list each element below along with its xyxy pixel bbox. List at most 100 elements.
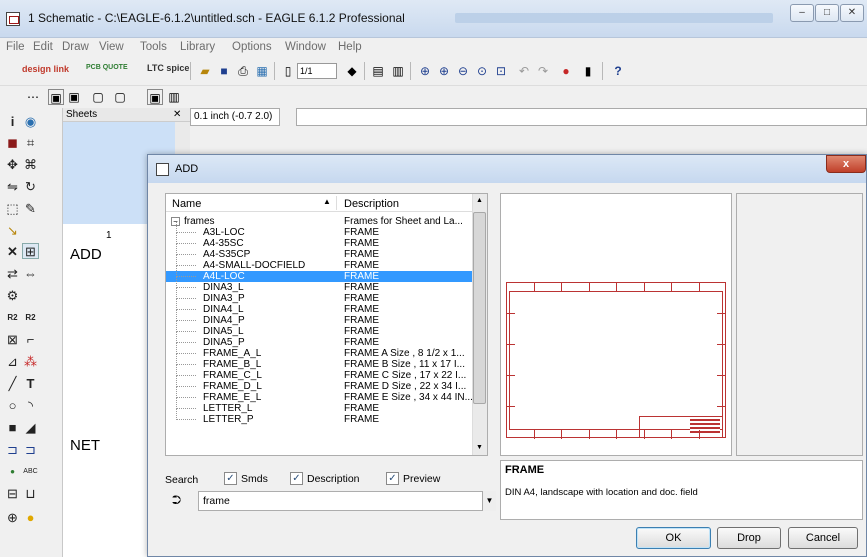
zoom-out-icon[interactable]: ⊖ — [455, 63, 471, 79]
rotate-icon[interactable]: ↻ — [22, 179, 39, 195]
move-icon[interactable]: ✥ — [4, 157, 21, 173]
layout-icon[interactable]: ▣ — [147, 89, 163, 105]
attribute-icon[interactable]: ⊕ — [4, 510, 21, 526]
library-item[interactable]: DINA5_L FRAME — [166, 321, 479, 337]
menu-help[interactable]: Help — [338, 41, 362, 53]
cancel-button[interactable]: Cancel — [788, 527, 858, 549]
drop-button[interactable]: Drop — [717, 527, 781, 549]
junction-icon[interactable]: • — [4, 464, 21, 480]
description-checkbox[interactable]: ✓ — [290, 472, 303, 485]
library-item[interactable]: FRAME_E_L FRAME E Size , 34 x 44 IN... — [166, 387, 479, 403]
pcb-quote-button[interactable]: PCB QUOTE — [86, 64, 128, 71]
warning-icon[interactable]: ● — [22, 510, 39, 526]
design-link-button[interactable]: design link — [22, 64, 69, 74]
dialog-close-button[interactable]: x — [826, 155, 866, 173]
stop-icon[interactable]: ● — [558, 63, 574, 79]
print-icon[interactable]: ⎙ — [235, 63, 251, 79]
library-item[interactable]: DINA3_P FRAME — [166, 288, 479, 304]
library-item[interactable]: FRAME_B_L FRAME B Size , 11 x 17 I... — [166, 354, 479, 370]
undo-icon[interactable]: ↶ — [516, 63, 532, 79]
menu-view[interactable]: View — [99, 41, 124, 53]
library-item[interactable]: A4-S35CP FRAME — [166, 244, 479, 260]
change-icon[interactable]: ✎ — [22, 201, 39, 217]
layout-icon[interactable]: ▣ — [66, 89, 82, 105]
show-icon[interactable]: ◉ — [22, 114, 39, 130]
group-icon[interactable]: ⬚ — [4, 201, 21, 217]
go-icon[interactable]: ▮ — [580, 63, 596, 79]
menu-tools[interactable]: Tools — [140, 41, 167, 53]
sheet-select[interactable]: 1/1 — [297, 63, 337, 79]
sheet-icon[interactable]: ▯ — [280, 63, 296, 79]
library-item[interactable]: DINA5_P FRAME — [166, 332, 479, 348]
text-icon[interactable]: T — [22, 376, 39, 392]
erc-icon[interactable]: ⊟ — [4, 486, 21, 502]
search-dropdown-icon[interactable]: ▼ — [482, 491, 496, 511]
tree-group[interactable]: − frames Frames for Sheet and La... — [166, 216, 479, 227]
script-icon[interactable]: ▤ — [370, 63, 386, 79]
gateswap-icon[interactable]: ⚙ — [4, 288, 21, 304]
library-tree[interactable]: Name ▲ Description − frames Frames for S… — [165, 193, 488, 456]
library-item[interactable]: LETTER_L FRAME — [166, 398, 479, 414]
library-item[interactable]: DINA4_L FRAME — [166, 299, 479, 315]
layout-icon[interactable]: ▣ — [48, 89, 64, 105]
scroll-thumb[interactable] — [473, 212, 486, 404]
layout-icon[interactable]: ▥ — [166, 89, 182, 105]
split-icon[interactable]: ⊿ — [4, 354, 21, 370]
copy-icon[interactable]: ⌘ — [22, 157, 39, 173]
library-item[interactable]: A4-SMALL-DOCFIELD FRAME — [166, 255, 479, 271]
menu-edit[interactable]: Edit — [33, 41, 53, 53]
library-item[interactable]: A4L-LOC FRAME — [166, 266, 479, 282]
add-icon[interactable]: ⊞ — [22, 243, 39, 259]
library-item[interactable]: A3L-LOC FRAME — [166, 222, 479, 238]
library-item[interactable]: FRAME_C_L FRAME C Size , 17 x 22 I... — [166, 365, 479, 381]
panel-close-icon[interactable]: ✕ — [173, 108, 181, 121]
save-icon[interactable]: ■ — [216, 63, 232, 79]
ok-button[interactable]: OK — [636, 527, 711, 549]
list-scrollbar[interactable]: ▲ ▼ — [472, 194, 487, 455]
library-item[interactable]: FRAME_A_L FRAME A Size , 8 1/2 x 1... — [166, 343, 479, 359]
menu-options[interactable]: Options — [232, 41, 272, 53]
menu-file[interactable]: File — [6, 41, 25, 53]
help-button[interactable]: ? — [610, 63, 626, 79]
layout-icon[interactable]: ▢ — [90, 89, 106, 105]
board-icon[interactable]: ◆ — [344, 63, 360, 79]
maximize-button[interactable]: □ — [815, 4, 839, 22]
redo-icon[interactable]: ↷ — [535, 63, 551, 79]
circle-icon[interactable]: ○ — [4, 398, 21, 414]
label-icon[interactable]: ABC — [22, 464, 39, 480]
open-icon[interactable]: ▰ — [197, 63, 213, 79]
miter-icon[interactable]: ⌐ — [22, 332, 39, 348]
ltc-spice-button[interactable]: LTC spice — [147, 63, 189, 73]
arc-icon[interactable]: ◝ — [22, 398, 39, 414]
smash-icon[interactable]: ⊠ — [4, 332, 21, 348]
scroll-up-icon[interactable]: ▲ — [476, 197, 483, 204]
menu-window[interactable]: Window — [285, 41, 326, 53]
grid-icon[interactable]: ⋯ — [25, 89, 41, 105]
close-button[interactable]: ✕ — [840, 4, 864, 22]
errors-icon[interactable]: ⊔ — [22, 486, 39, 502]
info-icon[interactable]: i — [4, 114, 21, 130]
replace-icon[interactable]: ⇔ — [22, 266, 39, 282]
polygon-icon[interactable]: ◢ — [22, 420, 39, 436]
delete-icon[interactable]: ✕ — [4, 244, 21, 260]
zoom-redraw-icon[interactable]: ⊙ — [474, 63, 490, 79]
net-icon[interactable]: ⊐ — [22, 442, 39, 458]
wire-icon[interactable]: ╱ — [4, 376, 21, 392]
menu-library[interactable]: Library — [180, 41, 215, 53]
column-description[interactable]: Description — [344, 198, 399, 210]
name-icon[interactable]: R2 — [4, 310, 21, 326]
ulp-icon[interactable]: ▥ — [390, 63, 406, 79]
zoom-select-icon[interactable]: ⊡ — [493, 63, 509, 79]
smds-checkbox[interactable]: ✓ — [224, 472, 237, 485]
pinswap-icon[interactable]: ⇄ — [4, 266, 21, 282]
layout-icon[interactable]: ▢ — [112, 89, 128, 105]
command-line[interactable] — [296, 108, 867, 126]
paste-icon[interactable]: ↘ — [4, 223, 21, 239]
search-input[interactable]: frame — [198, 491, 488, 511]
scroll-down-icon[interactable]: ▼ — [476, 444, 483, 451]
preview-checkbox[interactable]: ✓ — [386, 472, 399, 485]
value-icon[interactable]: R2 — [22, 310, 39, 326]
library-item[interactable]: A4-35SC FRAME — [166, 233, 479, 249]
mark-icon[interactable]: ⌗ — [22, 135, 39, 151]
menu-draw[interactable]: Draw — [62, 41, 89, 53]
